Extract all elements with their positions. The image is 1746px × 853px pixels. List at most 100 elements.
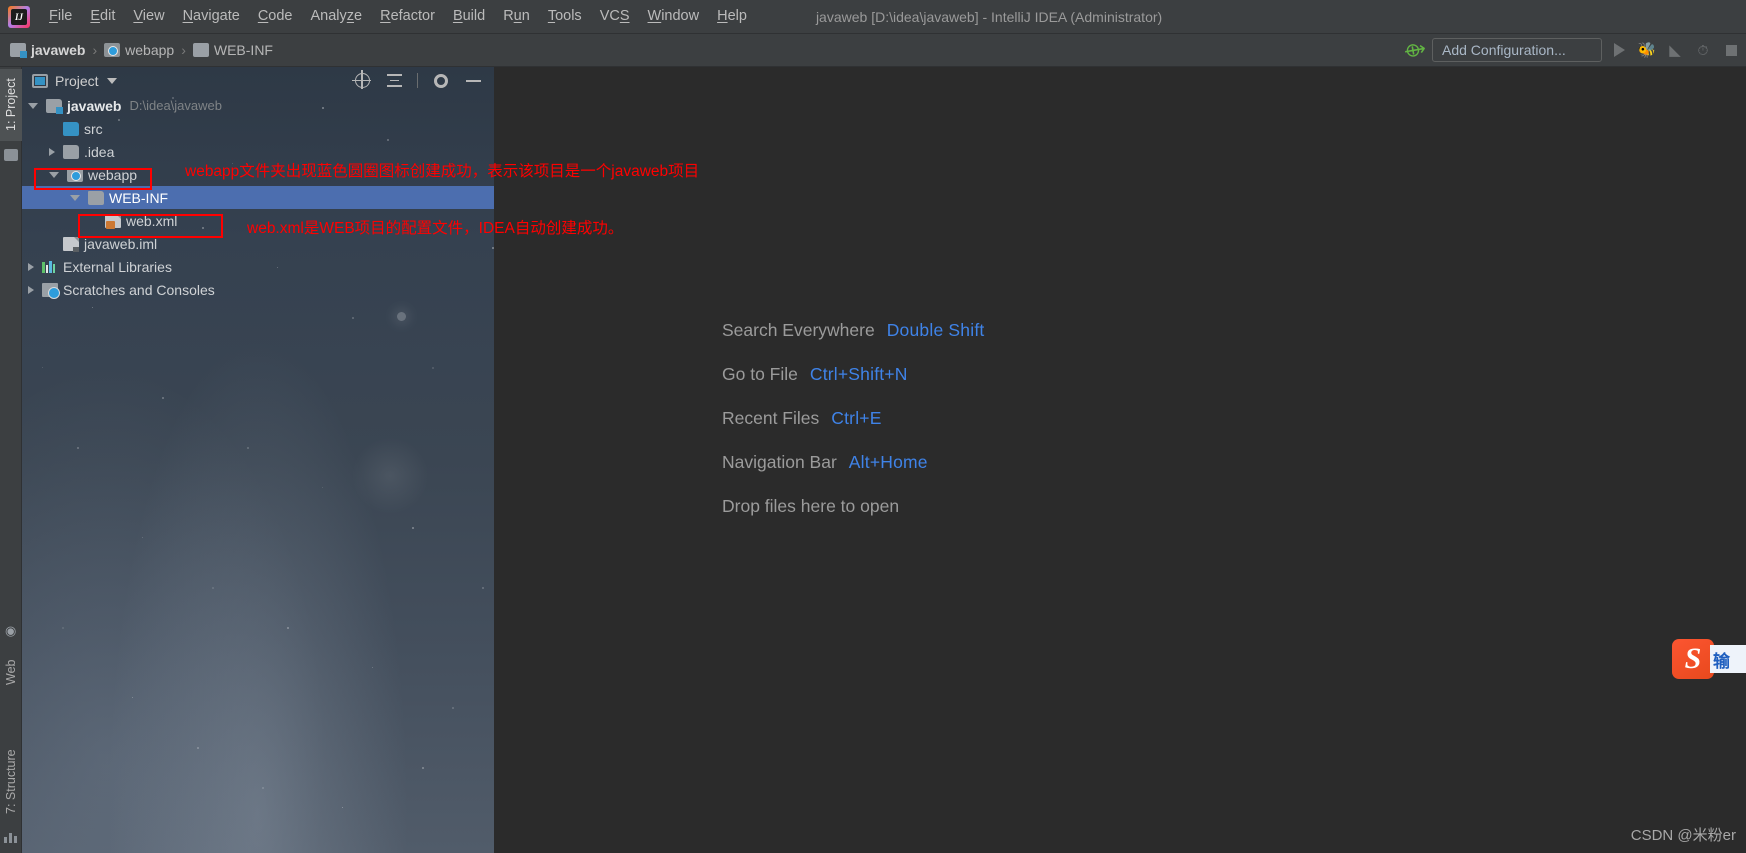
menu-item-build[interactable]: Build (444, 5, 494, 28)
tree-node-label: javaweb.iml (84, 235, 158, 252)
breadcrumb[interactable]: javaweb › webapp › WEB-INF (10, 42, 273, 58)
debug-button[interactable]: 🐝 (1636, 39, 1658, 61)
iml-file-icon (63, 236, 79, 252)
shortcut-name: Go to File (722, 364, 798, 384)
tree-node-label: Scratches and Consoles (63, 281, 215, 298)
libraries-icon (42, 260, 58, 274)
web-folder-icon (67, 167, 83, 182)
collapse-all-button[interactable] (385, 72, 403, 90)
chevron-right-icon[interactable] (28, 285, 34, 294)
annotation-note-2: web.xml是WEB项目的配置文件，IDEA自动创建成功。 (247, 220, 624, 237)
menu-item-run[interactable]: Run (494, 5, 539, 28)
tree-node-src[interactable]: src (22, 117, 494, 140)
left-tool-window-strip: 1: Project Web ◉ 7: Structure (0, 67, 22, 853)
globe-icon: ◉ (5, 623, 17, 638)
shortcut-key: Alt+Home (848, 452, 928, 472)
menu-item-navigate[interactable]: Navigate (174, 5, 249, 28)
breadcrumb-item-javaweb[interactable]: javaweb (10, 42, 85, 58)
breadcrumb-label: webapp (125, 42, 175, 58)
xml-file-icon (105, 213, 121, 229)
tree-node-label: javaweb (67, 97, 122, 114)
tree-node-web-inf[interactable]: WEB-INF (22, 186, 494, 209)
hide-panel-button[interactable] (464, 72, 482, 90)
coverage-icon: ◣ (1669, 42, 1681, 59)
window-title: javaweb [D:\idea\javaweb] - IntelliJ IDE… (815, 8, 1163, 25)
shortcut-name: Navigation Bar (722, 452, 837, 472)
chevron-down-icon[interactable] (106, 77, 117, 84)
main-toolbar-actions: ⟴ Add Configuration... 🐝 ◣ ⏱ (1402, 38, 1746, 63)
menu-item-tools[interactable]: Tools (539, 5, 591, 28)
tree-node-label: External Libraries (63, 258, 172, 275)
structure-icon (4, 832, 18, 843)
project-panel-header: Project (22, 67, 494, 94)
sidebar-item-web[interactable]: Web (0, 642, 22, 702)
menu-item-help[interactable]: Help (708, 5, 756, 28)
shortcut-row-search-everywhere: Search Everywhere Double Shift (722, 320, 984, 364)
menu-item-vcs[interactable]: VCS (591, 5, 639, 28)
chevron-down-icon[interactable] (28, 102, 38, 109)
hammer-icon[interactable]: ⟴ (1402, 38, 1427, 63)
run-icon (1613, 43, 1625, 57)
folder-icon (192, 43, 209, 57)
collapse-all-icon (386, 73, 402, 88)
shortcut-key: Ctrl+E (831, 408, 882, 428)
breadcrumb-separator: › (92, 42, 98, 58)
breadcrumb-separator: › (181, 42, 186, 58)
editor-area: Search Everywhere Double Shift Go to File C… (494, 67, 1746, 853)
watermark: CSDN @米粉er (1630, 827, 1736, 844)
project-tree[interactable]: javaweb D:\idea\javaweb src .idea webapp WEB-… (22, 94, 494, 301)
menu-item-window[interactable]: Window (639, 5, 709, 28)
tree-node-javaweb[interactable]: javaweb D:\idea\javaweb (22, 94, 494, 117)
shortcut-name: Recent Files (722, 408, 820, 428)
chevron-down-icon[interactable] (70, 194, 80, 201)
scratches-icon (42, 282, 60, 299)
menu-item-code[interactable]: Code (249, 5, 302, 28)
source-folder-icon (63, 121, 79, 136)
breadcrumb-item-webapp[interactable]: webapp (104, 42, 174, 58)
menu-item-view[interactable]: View (124, 5, 173, 28)
tree-node-scratches-and-consoles[interactable]: Scratches and Consoles (22, 278, 494, 301)
tree-node-label: WEB-INF (109, 189, 169, 206)
web-folder-icon (104, 43, 121, 57)
project-panel-actions (351, 70, 494, 90)
navigation-bar: javaweb › webapp › WEB-INF ⟴ Add Configurati… (0, 34, 1746, 67)
menu-item-edit[interactable]: Edit (81, 5, 124, 28)
run-button[interactable] (1608, 39, 1630, 61)
sidebar-item-structure[interactable]: 7: Structure (0, 739, 22, 825)
gear-icon (434, 73, 448, 88)
folder-icon (88, 190, 104, 205)
intellij-idea-window: FileEditViewNavigateCodeAnalyzeRefactorB… (0, 0, 1746, 853)
tree-node-external-libraries[interactable]: External Libraries (22, 255, 494, 278)
module-folder-icon (46, 98, 63, 114)
project-panel-title: Project (55, 72, 99, 89)
run-with-coverage-button[interactable]: ◣ (1664, 39, 1686, 61)
welcome-shortcuts-list: Search Everywhere Double Shift Go to File C… (722, 320, 984, 540)
add-configuration-button[interactable]: Add Configuration... (1432, 38, 1602, 62)
settings-button[interactable] (432, 72, 450, 90)
select-opened-file-button[interactable] (351, 70, 371, 90)
profiler-icon: ⏱ (1697, 41, 1709, 58)
target-icon (351, 70, 371, 89)
tree-node-label: src (84, 120, 103, 137)
sogou-logo-icon: S (1672, 639, 1714, 679)
chevron-down-icon[interactable] (49, 171, 59, 178)
profile-button[interactable]: ⏱ (1692, 39, 1714, 61)
chevron-right-icon[interactable] (28, 262, 34, 271)
chevron-right-icon[interactable] (49, 147, 55, 156)
menu-item-file[interactable]: File (40, 5, 81, 28)
sidebar-item-project[interactable]: 1: Project (0, 69, 22, 141)
add-configuration-label: Add Configuration... (1442, 42, 1566, 58)
tree-node-label: .idea (84, 143, 115, 160)
stop-button[interactable] (1720, 39, 1742, 61)
menu-item-refactor[interactable]: Refactor (371, 5, 444, 28)
intellij-idea-logo-icon (8, 5, 30, 28)
tree-node-path: D:\idea\javaweb (129, 98, 222, 113)
project-view-icon (32, 73, 48, 88)
breadcrumb-label: javaweb (31, 42, 86, 58)
shortcut-row-recent-files: Recent Files Ctrl+E (722, 408, 984, 452)
module-folder-icon (10, 43, 27, 58)
menu-item-analyze[interactable]: Analyze (302, 5, 372, 28)
project-tool-window: Project javaweb D:\idea\javaweb src .idea we… (22, 67, 494, 853)
breadcrumb-item-web-inf[interactable]: WEB-INF (192, 42, 273, 58)
annotation-note-1: webapp文件夹出现蓝色圆圈图标创建成功，表示该项目是一个javaweb项目 (185, 163, 700, 180)
